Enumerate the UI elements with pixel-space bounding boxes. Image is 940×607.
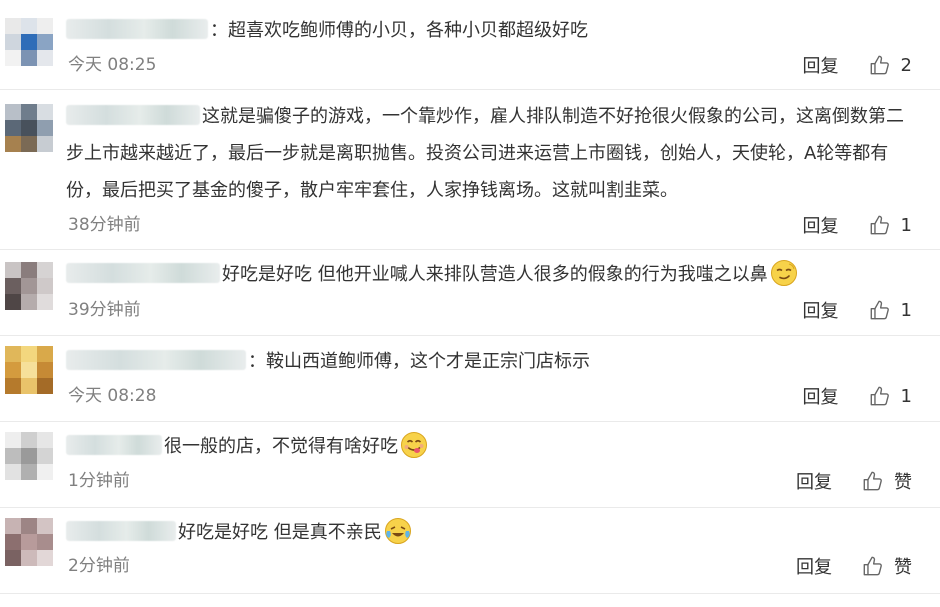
like-button[interactable]: 2 bbox=[869, 54, 912, 76]
comment-text: 好吃是好吃 但他开业喊人来排队营造人很多的假象的行为我嗤之以鼻 bbox=[222, 264, 768, 285]
comment-text-line: 很一般的店，不觉得有啥好吃 bbox=[66, 428, 912, 465]
avatar[interactable] bbox=[5, 346, 53, 394]
like-button[interactable]: 1 bbox=[869, 385, 912, 407]
comment-actions: 回复 2 bbox=[803, 52, 912, 78]
comment-actions: 回复 1 bbox=[803, 212, 912, 238]
comment-actions: 回复 1 bbox=[803, 297, 912, 323]
thumbs-up-icon bbox=[863, 556, 882, 576]
name-separator: ： bbox=[210, 20, 228, 41]
like-label: 赞 bbox=[894, 472, 912, 493]
crying-laughing-emoji bbox=[384, 518, 411, 544]
reply-button[interactable]: 回复 bbox=[803, 52, 839, 78]
like-count: 1 bbox=[900, 385, 912, 407]
avatar[interactable] bbox=[5, 518, 53, 566]
avatar[interactable] bbox=[5, 432, 53, 480]
comment-text: 很一般的店，不觉得有啥好吃 bbox=[164, 436, 398, 457]
thumbs-up-icon bbox=[870, 215, 889, 235]
reply-button[interactable]: 回复 bbox=[803, 383, 839, 409]
comment-item: 这就是骗傻子的游戏，一个靠炒作，雇人排队制造不好抢很火假象的公司，这离倒数第二步… bbox=[0, 90, 940, 250]
comment-actions: 回复 1 bbox=[803, 383, 912, 409]
yum-emoji bbox=[401, 432, 427, 458]
username-blurred[interactable] bbox=[66, 19, 208, 39]
username-blurred[interactable] bbox=[66, 105, 200, 125]
like-button[interactable]: 赞 bbox=[862, 468, 912, 494]
like-button[interactable]: 1 bbox=[869, 214, 912, 236]
comment-time: 1分钟前 bbox=[68, 471, 130, 491]
thumbs-up-icon bbox=[870, 300, 889, 320]
like-count: 2 bbox=[900, 54, 912, 76]
like-count: 1 bbox=[900, 214, 912, 236]
avatar[interactable] bbox=[5, 262, 53, 310]
username-blurred[interactable] bbox=[66, 435, 162, 455]
comment-actions: 回复 赞 bbox=[796, 553, 912, 579]
reply-button[interactable]: 回复 bbox=[803, 297, 839, 323]
like-label: 赞 bbox=[894, 557, 912, 578]
username-blurred[interactable] bbox=[66, 350, 246, 370]
thumbs-up-icon bbox=[870, 55, 889, 75]
avatar[interactable] bbox=[5, 104, 53, 152]
comment-actions: 回复 赞 bbox=[796, 468, 912, 494]
comment-text: 好吃是好吃 但是真不亲民 bbox=[178, 522, 382, 543]
comment-time: 2分钟前 bbox=[68, 556, 130, 576]
comment-time: 今天 08:25 bbox=[68, 55, 157, 75]
reply-button[interactable]: 回复 bbox=[803, 212, 839, 238]
comment-text-line: ：鞍山西道鲍师傅，这个才是正宗门店标示 bbox=[66, 343, 912, 380]
comment-text-line: 好吃是好吃 但他开业喊人来排队营造人很多的假象的行为我嗤之以鼻 bbox=[66, 256, 912, 293]
thumbs-up-icon bbox=[863, 471, 882, 491]
reply-button[interactable]: 回复 bbox=[796, 553, 832, 579]
comment-time: 今天 08:28 bbox=[68, 386, 157, 406]
comment-item: ：鞍山西道鲍师傅，这个才是正宗门店标示 今天 08:28 回复 1 bbox=[0, 336, 940, 422]
comment-text: 鞍山西道鲍师傅，这个才是正宗门店标示 bbox=[266, 351, 590, 372]
comment-item: 好吃是好吃 但是真不亲民 2分钟前 回复 赞 bbox=[0, 508, 940, 594]
reply-button[interactable]: 回复 bbox=[796, 468, 832, 494]
name-separator: ： bbox=[248, 351, 266, 372]
like-count: 1 bbox=[900, 299, 912, 321]
avatar[interactable] bbox=[5, 18, 53, 66]
comment-item: 好吃是好吃 但他开业喊人来排队营造人很多的假象的行为我嗤之以鼻 39分钟前 回复… bbox=[0, 250, 940, 336]
comment-item: 很一般的店，不觉得有啥好吃 1分钟前 回复 赞 bbox=[0, 422, 940, 508]
comment-text-line: ：超喜欢吃鲍师傅的小贝，各种小贝都超级好吃 bbox=[66, 12, 912, 49]
comment-text-line: 好吃是好吃 但是真不亲民 bbox=[66, 514, 912, 551]
comment-time: 39分钟前 bbox=[68, 300, 141, 320]
comment-text-line: 这就是骗傻子的游戏，一个靠炒作，雇人排队制造不好抢很火假象的公司，这离倒数第二步… bbox=[66, 98, 912, 209]
smirk-emoji bbox=[770, 260, 797, 286]
comment-item: ：超喜欢吃鲍师傅的小贝，各种小贝都超级好吃 今天 08:25 回复 2 bbox=[0, 0, 940, 90]
thumbs-up-icon bbox=[870, 386, 889, 406]
comment-time: 38分钟前 bbox=[68, 215, 141, 235]
username-blurred[interactable] bbox=[66, 521, 176, 541]
username-blurred[interactable] bbox=[66, 263, 220, 283]
comment-text: 超喜欢吃鲍师傅的小贝，各种小贝都超级好吃 bbox=[228, 20, 588, 41]
like-button[interactable]: 1 bbox=[869, 299, 912, 321]
like-button[interactable]: 赞 bbox=[862, 553, 912, 579]
